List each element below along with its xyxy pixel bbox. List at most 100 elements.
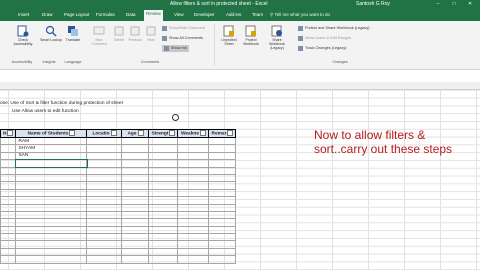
table-cell[interactable] bbox=[148, 247, 179, 257]
table-cell[interactable] bbox=[86, 173, 123, 183]
table-cell[interactable] bbox=[148, 240, 179, 249]
table-cell[interactable] bbox=[121, 144, 150, 153]
table-cell[interactable] bbox=[177, 255, 210, 264]
table-cell[interactable] bbox=[86, 159, 123, 168]
header-cell-remarks[interactable]: Remar bbox=[208, 129, 237, 138]
table-cell[interactable] bbox=[121, 196, 150, 205]
table-cell[interactable] bbox=[148, 233, 179, 242]
table-cell[interactable] bbox=[86, 233, 123, 242]
unprotect-sheet-button[interactable]: Unprotect Sheet bbox=[218, 25, 240, 46]
table-cell[interactable] bbox=[148, 151, 179, 161]
table-cell[interactable] bbox=[208, 225, 237, 235]
filter-dropdown-icon[interactable] bbox=[199, 130, 206, 137]
table-cell[interactable] bbox=[208, 247, 237, 257]
table-cell[interactable] bbox=[121, 173, 150, 183]
filter-dropdown-icon[interactable] bbox=[69, 130, 76, 137]
table-cell[interactable] bbox=[177, 203, 210, 212]
table-cell[interactable] bbox=[15, 166, 88, 175]
next-comment-button[interactable]: Next bbox=[140, 25, 162, 42]
translate-button[interactable]: Translate bbox=[62, 25, 84, 42]
table-cell[interactable] bbox=[208, 166, 237, 175]
protect-share-button[interactable]: Protect and Share Workbook (Legacy) bbox=[298, 25, 370, 32]
table-cell[interactable] bbox=[15, 188, 88, 198]
table-cell[interactable] bbox=[15, 225, 88, 235]
table-cell[interactable] bbox=[208, 255, 237, 264]
table-cell[interactable] bbox=[0, 166, 17, 175]
table-cell[interactable] bbox=[86, 225, 123, 235]
header-cell-no[interactable]: N bbox=[0, 129, 17, 138]
table-cell[interactable] bbox=[148, 144, 179, 153]
protect-workbook-button[interactable]: Protect Workbook bbox=[240, 25, 262, 46]
table-cell[interactable] bbox=[121, 151, 150, 161]
table-cell[interactable] bbox=[208, 196, 237, 205]
table-cell[interactable] bbox=[0, 240, 17, 249]
table-cell[interactable] bbox=[177, 144, 210, 153]
filter-dropdown-icon[interactable] bbox=[227, 130, 234, 137]
table-cell[interactable] bbox=[86, 196, 123, 205]
table-cell[interactable] bbox=[177, 247, 210, 257]
table-cell[interactable] bbox=[177, 173, 210, 183]
filter-dropdown-icon[interactable] bbox=[137, 130, 144, 137]
tab-developer[interactable]: Developer bbox=[192, 11, 217, 18]
table-cell[interactable] bbox=[148, 181, 179, 190]
table-cell[interactable]: RAM bbox=[15, 136, 88, 146]
table-cell[interactable] bbox=[121, 188, 150, 198]
minimize-button[interactable]: – bbox=[432, 0, 444, 9]
table-cell[interactable] bbox=[15, 210, 88, 220]
table-cell[interactable] bbox=[121, 203, 150, 212]
table-cell[interactable] bbox=[208, 136, 237, 146]
table-cell[interactable] bbox=[0, 144, 17, 153]
table-cell[interactable] bbox=[148, 218, 179, 227]
show-ink-button[interactable]: Show Ink bbox=[162, 45, 189, 52]
table-cell[interactable] bbox=[0, 181, 17, 190]
table-cell[interactable] bbox=[121, 247, 150, 257]
tab-insert[interactable]: Insert bbox=[16, 11, 31, 18]
table-cell[interactable] bbox=[177, 233, 210, 242]
table-cell[interactable] bbox=[0, 255, 17, 264]
table-cell[interactable] bbox=[15, 233, 88, 242]
table-cell[interactable] bbox=[121, 225, 150, 235]
tab-team[interactable]: Team bbox=[250, 11, 265, 18]
table-cell[interactable] bbox=[86, 188, 123, 198]
table-cell[interactable] bbox=[14, 158, 88, 169]
tab-review[interactable]: Review bbox=[144, 10, 163, 21]
table-cell[interactable] bbox=[177, 166, 210, 175]
table-cell[interactable] bbox=[148, 173, 179, 183]
table-cell[interactable]: SHYAM bbox=[15, 144, 88, 153]
table-cell[interactable] bbox=[86, 144, 123, 153]
table-cell[interactable] bbox=[177, 151, 210, 161]
table-cell[interactable] bbox=[148, 159, 179, 168]
table-cell[interactable] bbox=[177, 181, 210, 190]
table-cell[interactable] bbox=[121, 255, 150, 264]
table-cell[interactable] bbox=[86, 240, 123, 249]
table-cell[interactable] bbox=[208, 233, 237, 242]
table-cell[interactable] bbox=[121, 181, 150, 190]
tab-add-ins[interactable]: Add-ins bbox=[224, 11, 243, 18]
table-cell[interactable] bbox=[0, 203, 17, 212]
smart-lookup-button[interactable]: Smart Lookup bbox=[40, 25, 62, 42]
table-cell[interactable] bbox=[15, 173, 88, 183]
table-cell[interactable] bbox=[0, 159, 17, 168]
user-name[interactable]: Santosh G Roy bbox=[356, 1, 390, 7]
table-cell[interactable] bbox=[86, 203, 123, 212]
purpose-note[interactable]: ose: Use of Sort & filter function durin… bbox=[0, 101, 123, 106]
table-cell[interactable] bbox=[208, 218, 237, 227]
method-note[interactable]: Use Allow users to edit function bbox=[12, 109, 79, 114]
table-cell[interactable] bbox=[15, 196, 88, 205]
table-cell[interactable] bbox=[148, 225, 179, 235]
table-cell[interactable] bbox=[0, 136, 17, 146]
table-cell[interactable] bbox=[86, 218, 123, 227]
table-cell[interactable] bbox=[0, 151, 17, 161]
header-cell-location[interactable]: Locatio bbox=[86, 129, 123, 138]
table-cell[interactable] bbox=[86, 210, 123, 220]
header-cell-weakness[interactable]: Weakne bbox=[177, 129, 210, 138]
table-cell[interactable] bbox=[121, 210, 150, 220]
table-cell[interactable] bbox=[15, 181, 88, 190]
table-cell[interactable] bbox=[208, 173, 237, 183]
filter-dropdown-icon[interactable] bbox=[7, 130, 14, 137]
table-cell[interactable] bbox=[208, 210, 237, 220]
table-cell[interactable] bbox=[86, 166, 123, 175]
table-cell[interactable] bbox=[177, 136, 210, 146]
table-cell[interactable] bbox=[86, 255, 123, 264]
table-cell[interactable] bbox=[15, 240, 88, 249]
